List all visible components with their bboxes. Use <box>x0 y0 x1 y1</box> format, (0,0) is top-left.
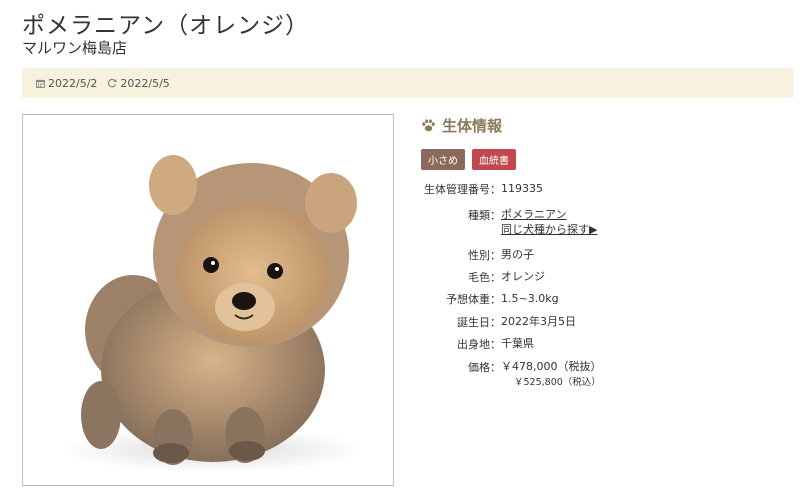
spec-value: 2022年3月5日 <box>501 315 576 328</box>
spec-row-breed: 種類： ポメラニアン 同じ犬種から探す▶ <box>421 203 602 247</box>
spec-row-weight: 予想体重： 1.5~3.0kg <box>421 291 602 314</box>
spec-row-birthday: 誕生日： 2022年3月5日 <box>421 314 602 336</box>
spec-value: 男の子 <box>501 248 534 261</box>
badge-small-size: 小さめ <box>421 149 465 170</box>
price-ex-tax: ￥478,000（税抜） <box>501 360 602 373</box>
spec-label: 予想体重： <box>446 293 501 306</box>
spec-row-sex: 性別： 男の子 <box>421 247 602 269</box>
pomeranian-puppy-photo <box>63 155 363 472</box>
spec-label: 出身地： <box>457 338 501 351</box>
spec-value: ポメラニアン 同じ犬種から探す▶ <box>501 207 597 247</box>
badges: 小さめ 血統書 <box>421 149 523 170</box>
spec-row-id: 生体管理番号： 119335 <box>421 181 602 203</box>
spec-row-origin: 出身地： 千葉県 <box>421 336 602 359</box>
spec-value: 1.5~3.0kg <box>501 292 559 305</box>
breed-link[interactable]: ポメラニアン <box>501 208 567 221</box>
badge-pedigree: 血統書 <box>472 149 516 170</box>
price-inc-tax: ￥525,800（税込） <box>514 377 601 388</box>
paw-icon <box>422 119 435 132</box>
spec-row-color: 毛色： オレンジ <box>421 269 602 291</box>
spec-value: オレンジ <box>501 270 545 283</box>
spec-value: 千葉県 <box>501 337 534 350</box>
spec-label: 生体管理番号： <box>424 183 501 196</box>
spec-row-price: 価格： ￥478,000（税抜） ￥525,800（税込） <box>421 359 602 393</box>
posted-date: 2022/5/2 <box>36 77 97 90</box>
info-heading: 生体情報 <box>421 115 502 136</box>
date-bar: 2022/5/2 2022/5/5 <box>22 68 793 98</box>
pet-photo[interactable] <box>22 114 394 486</box>
spec-label: 種類： <box>468 209 501 222</box>
spec-value: ￥478,000（税抜） ￥525,800（税込） <box>501 359 602 393</box>
refresh-icon <box>108 78 117 88</box>
spec-table: 生体管理番号： 119335 種類： ポメラニアン 同じ犬種から探す▶ 性別： … <box>421 181 602 393</box>
spec-label: 誕生日： <box>457 316 501 329</box>
spec-label: 価格： <box>468 361 501 374</box>
info-heading-text: 生体情報 <box>442 117 503 135</box>
same-breed-search-link[interactable]: 同じ犬種から探す▶ <box>501 223 597 236</box>
spec-label: 性別： <box>468 249 501 262</box>
page-title: ポメラニアン（オレンジ） <box>22 13 310 39</box>
spec-label: 毛色： <box>468 271 501 284</box>
updated-date: 2022/5/5 <box>107 76 170 90</box>
posted-date-text: 2022/5/2 <box>48 76 98 90</box>
shop-name: マルワン梅島店 <box>22 39 128 57</box>
spec-value: 119335 <box>501 182 543 195</box>
calendar-icon <box>36 79 45 88</box>
updated-date-text: 2022/5/5 <box>120 76 170 90</box>
